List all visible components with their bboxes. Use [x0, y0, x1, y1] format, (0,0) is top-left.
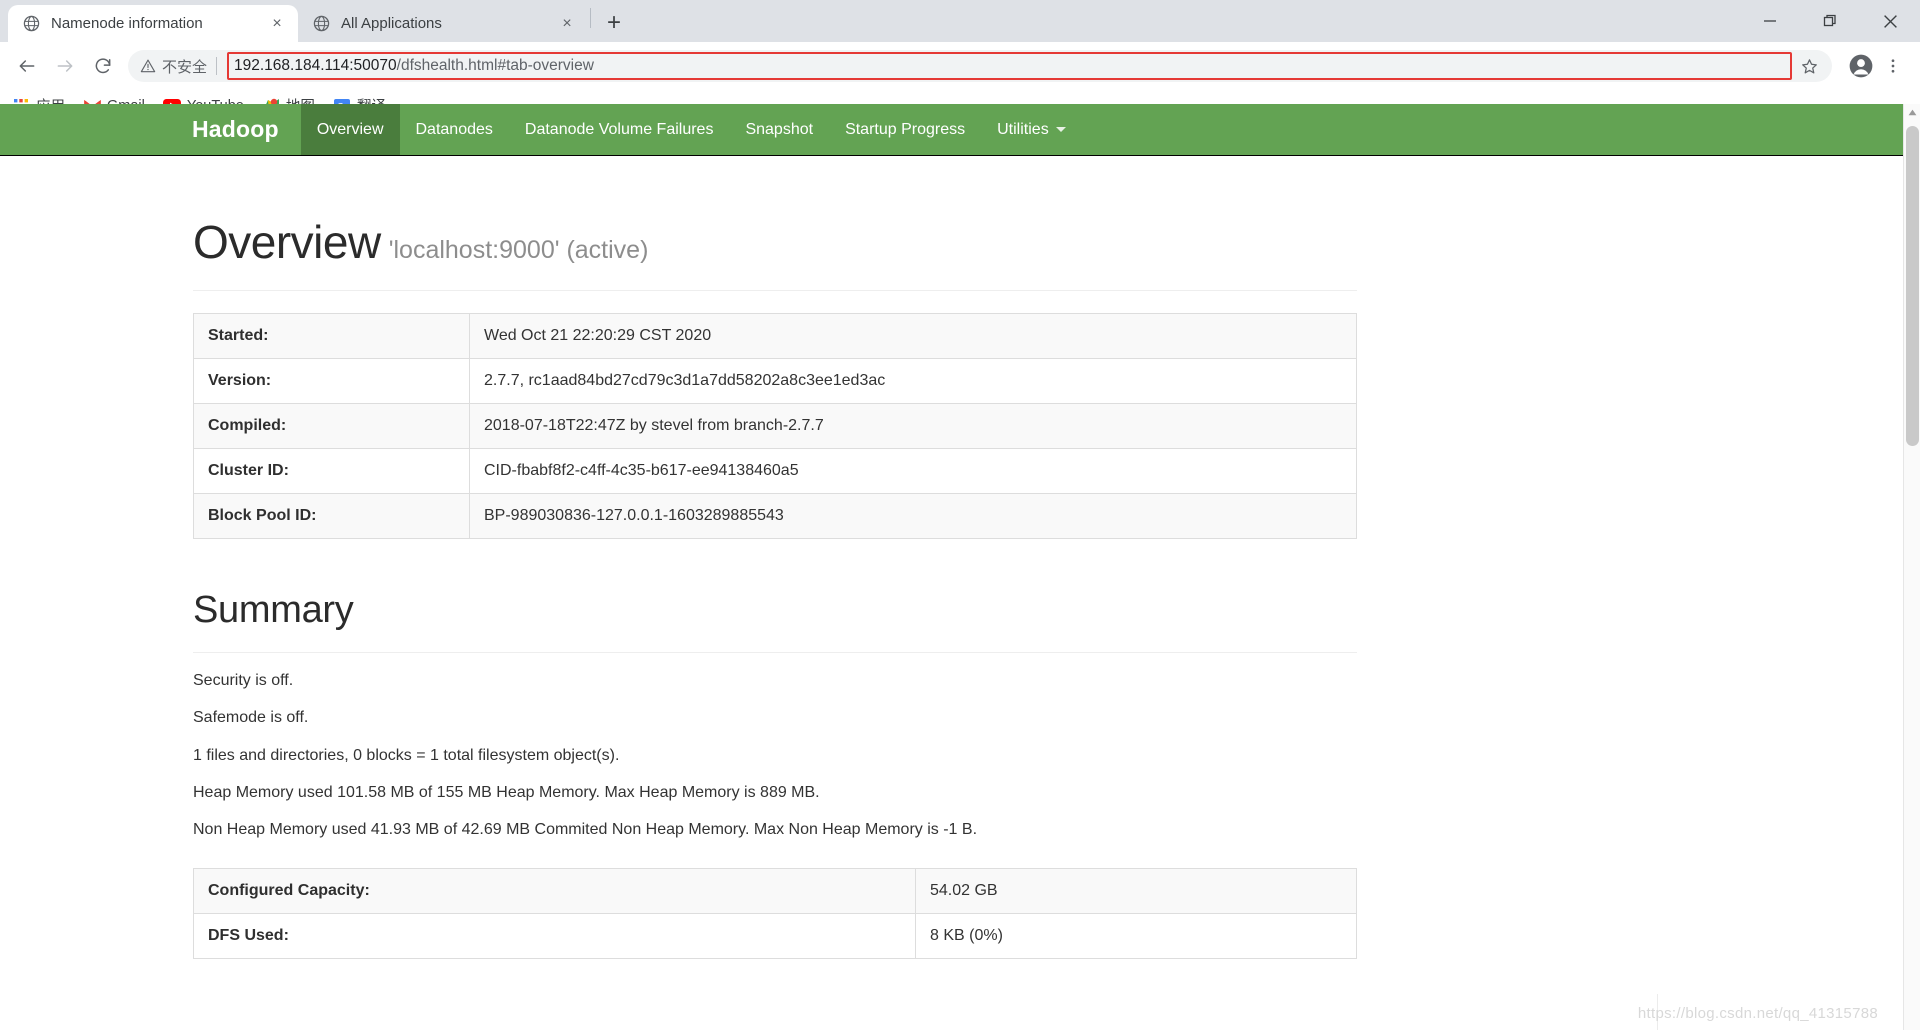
url-host: 192.168.184.114:50070 — [234, 57, 397, 74]
globe-icon — [312, 15, 330, 33]
summary-line: Safemode is off. — [193, 709, 309, 727]
page-scrollbar[interactable] — [1903, 104, 1920, 1030]
browser-titlebar: Namenode information × All Applications … — [0, 0, 1920, 42]
nav-item-label: Datanode Volume Failures — [524, 120, 714, 138]
nav-item-overview[interactable]: Overview — [300, 104, 400, 155]
nav-item-label: Snapshot — [745, 120, 814, 138]
scroll-up-icon[interactable] — [1904, 104, 1920, 121]
row-key: DFS Used: — [193, 913, 916, 960]
table-row: DFS Used: 8 KB (0%) — [193, 913, 1357, 960]
row-value: BP-989030836-127.0.0.1-1603289885543 — [469, 493, 1357, 540]
window-controls — [1740, 0, 1920, 42]
nav-item-label: Utilities — [997, 120, 1049, 138]
url-input[interactable]: 192.168.184.114:50070/dfshealth.html#tab… — [227, 52, 1792, 80]
back-icon[interactable] — [8, 47, 46, 85]
overview-info-table: Started: Wed Oct 21 22:20:29 CST 2020 Ve… — [193, 313, 1357, 540]
page-viewport: Hadoop Overview Datanodes Datanode Volum… — [0, 104, 1920, 1030]
row-key: Configured Capacity: — [193, 868, 916, 915]
minimize-icon[interactable] — [1740, 0, 1800, 42]
row-value: CID-fbabf8f2-c4ff-4c35-b617-ee94138460a5 — [469, 448, 1357, 495]
hadoop-navbar: Hadoop Overview Datanodes Datanode Volum… — [0, 104, 1903, 156]
nav-item-label: Startup Progress — [845, 120, 966, 138]
close-icon[interactable]: × — [556, 13, 578, 35]
hadoop-navbar-inner: Hadoop Overview Datanodes Datanode Volum… — [192, 104, 1082, 155]
page-title: Overview'localhost:9000' (active) — [193, 218, 1357, 266]
tab-title: All Applications — [341, 15, 442, 32]
close-icon[interactable] — [1860, 0, 1920, 42]
table-row: Started: Wed Oct 21 22:20:29 CST 2020 — [193, 313, 1357, 360]
nav-item-datanode-volume-failures[interactable]: Datanode Volume Failures — [509, 104, 730, 155]
reload-icon[interactable] — [84, 47, 122, 85]
chevron-down-icon — [1055, 127, 1066, 132]
url-path: /dfshealth.html#tab-overview — [396, 57, 594, 74]
table-row: Configured Capacity: 54.02 GB — [193, 868, 1357, 915]
page-title-main: Overview — [193, 216, 381, 268]
omnibox-actions — [1794, 57, 1832, 76]
nav-item-label: Datanodes — [415, 120, 493, 138]
omnibox-divider — [216, 57, 218, 75]
url-text: 192.168.184.114:50070/dfshealth.html#tab… — [234, 57, 594, 75]
browser-window: Namenode information × All Applications … — [0, 0, 1920, 1030]
table-row: Compiled: 2018-07-18T22:47Z by stevel fr… — [193, 403, 1357, 450]
browser-toolbar: 不安全 192.168.184.114:50070/dfshealth.html… — [0, 42, 1920, 90]
page-content: Overview'localhost:9000' (active) Starte… — [0, 218, 1903, 960]
tab-separator — [590, 8, 591, 28]
bookmark-star-icon[interactable] — [1794, 57, 1824, 76]
tab-strip: Namenode information × All Applications … — [0, 0, 631, 42]
chrome-menu-icon[interactable] — [1878, 49, 1908, 83]
summary-title: Summary — [193, 589, 354, 632]
row-key: Cluster ID: — [193, 448, 470, 495]
row-value: 2018-07-18T22:47Z by stevel from branch-… — [469, 403, 1357, 450]
scrollbar-thumb[interactable] — [1906, 126, 1919, 446]
watermark-text: https://blog.csdn.net/qq_41315788 — [1637, 1005, 1878, 1022]
new-tab-button[interactable]: + — [597, 6, 631, 40]
content-container: Overview'localhost:9000' (active) Starte… — [193, 218, 1357, 960]
row-key: Version: — [193, 358, 470, 405]
site-security-indicator[interactable]: 不安全 — [140, 56, 207, 77]
row-key: Block Pool ID: — [193, 493, 470, 540]
account-icon[interactable] — [1844, 49, 1878, 83]
nav-item-datanodes[interactable]: Datanodes — [400, 104, 509, 155]
close-icon[interactable]: × — [266, 13, 288, 35]
nav-item-utilities[interactable]: Utilities — [981, 104, 1082, 155]
nav-item-startup-progress[interactable]: Startup Progress — [829, 104, 981, 155]
tab-namenode-information[interactable]: Namenode information × — [8, 5, 298, 42]
forward-icon[interactable] — [46, 47, 84, 85]
omnibox[interactable]: 不安全 192.168.184.114:50070/dfshealth.html… — [128, 50, 1832, 82]
tab-title: Namenode information — [51, 15, 203, 32]
globe-icon — [22, 15, 40, 33]
row-key: Compiled: — [193, 403, 470, 450]
row-key: Started: — [193, 313, 470, 360]
summary-line: Security is off. — [193, 672, 294, 690]
warning-triangle-icon — [140, 58, 156, 74]
page-title-sub: 'localhost:9000' (active) — [388, 236, 649, 264]
tab-all-applications[interactable]: All Applications × — [298, 5, 588, 42]
row-value: 8 KB (0%) — [915, 913, 1357, 960]
table-row: Cluster ID: CID-fbabf8f2-c4ff-4c35-b617-… — [193, 448, 1357, 495]
summary-line: 1 files and directories, 0 blocks = 1 to… — [193, 746, 620, 764]
table-row: Version: 2.7.7, rc1aad84bd27cd79c3d1a7dd… — [193, 358, 1357, 405]
hadoop-brand[interactable]: Hadoop — [192, 104, 301, 155]
row-value: Wed Oct 21 22:20:29 CST 2020 — [469, 313, 1357, 360]
nav-item-snapshot[interactable]: Snapshot — [729, 104, 829, 155]
nav-item-label: Overview — [316, 120, 384, 138]
row-value: 54.02 GB — [915, 868, 1357, 915]
capacity-table: Configured Capacity: 54.02 GB DFS Used: … — [193, 868, 1357, 960]
security-label: 不安全 — [162, 58, 208, 76]
row-value: 2.7.7, rc1aad84bd27cd79c3d1a7dd58202a8c3… — [469, 358, 1357, 405]
table-row: Block Pool ID: BP-989030836-127.0.0.1-16… — [193, 493, 1357, 540]
summary-line: Non Heap Memory used 41.93 MB of 42.69 M… — [193, 821, 978, 839]
title-divider — [193, 290, 1357, 292]
summary-line: Heap Memory used 101.58 MB of 155 MB Hea… — [193, 783, 820, 801]
maximize-icon[interactable] — [1800, 0, 1860, 42]
